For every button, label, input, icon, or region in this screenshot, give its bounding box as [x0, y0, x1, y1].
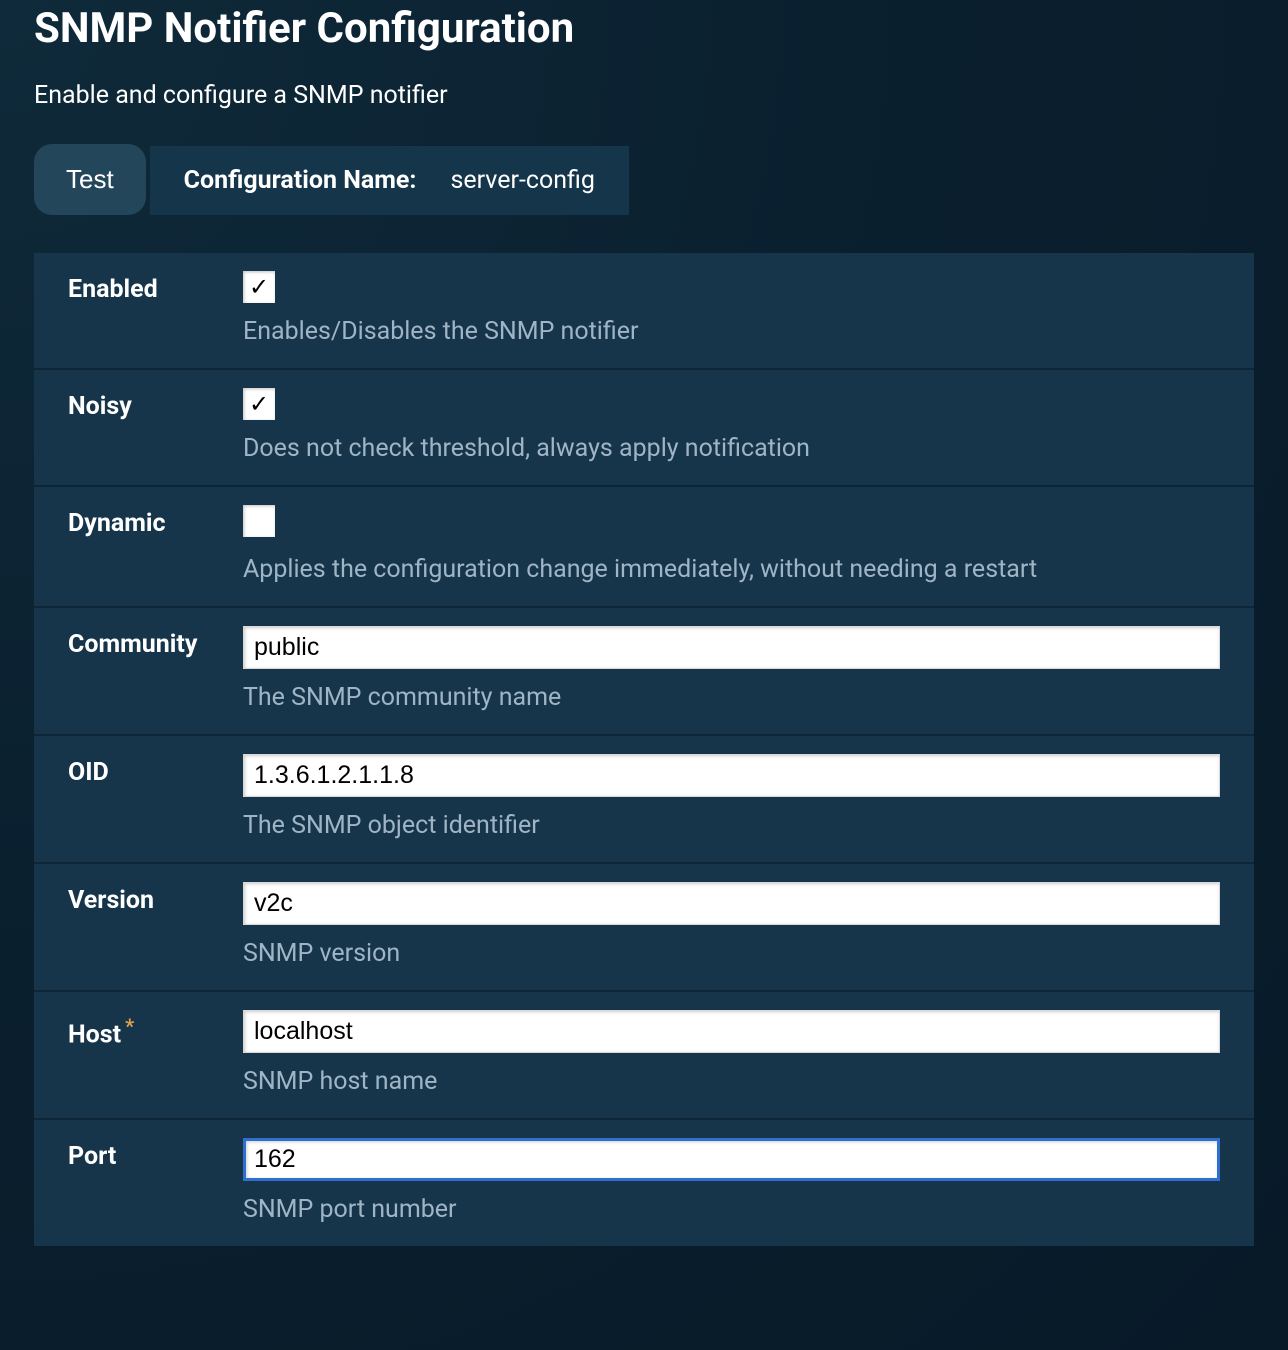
- test-button[interactable]: Test: [34, 144, 146, 215]
- row-oid: OID The SNMP object identifier: [34, 736, 1254, 864]
- input-version[interactable]: [243, 882, 1220, 925]
- help-noisy: Does not check threshold, always apply n…: [243, 434, 1220, 463]
- config-name-label: Configuration Name:: [184, 166, 417, 195]
- label-enabled: Enabled: [68, 271, 243, 346]
- row-port: Port SNMP port number: [34, 1120, 1254, 1246]
- config-name-value: server-config: [450, 166, 594, 195]
- row-community: Community The SNMP community name: [34, 608, 1254, 736]
- label-host: Host*: [68, 1010, 243, 1096]
- help-host: SNMP host name: [243, 1067, 1220, 1096]
- label-version: Version: [68, 882, 243, 968]
- required-asterisk-icon: *: [125, 1014, 134, 1038]
- label-port: Port: [68, 1138, 243, 1224]
- checkbox-noisy[interactable]: ✓: [243, 388, 275, 420]
- input-community[interactable]: [243, 626, 1220, 669]
- help-dynamic: Applies the configuration change immedia…: [243, 555, 1220, 584]
- help-oid: The SNMP object identifier: [243, 811, 1220, 840]
- form-table: Enabled ✓ Enables/Disables the SNMP noti…: [34, 253, 1254, 1246]
- label-dynamic: Dynamic: [68, 505, 243, 584]
- input-oid[interactable]: [243, 754, 1220, 797]
- checkbox-dynamic[interactable]: [243, 505, 275, 537]
- row-noisy: Noisy ✓ Does not check threshold, always…: [34, 370, 1254, 487]
- help-community: The SNMP community name: [243, 683, 1220, 712]
- row-host: Host* SNMP host name: [34, 992, 1254, 1120]
- input-host[interactable]: [243, 1010, 1220, 1053]
- input-port[interactable]: [243, 1138, 1220, 1181]
- label-community: Community: [68, 626, 243, 712]
- page-title: SNMP Notifier Configuration: [34, 0, 1254, 53]
- help-port: SNMP port number: [243, 1195, 1220, 1224]
- checkbox-enabled[interactable]: ✓: [243, 271, 275, 303]
- page-subtitle: Enable and configure a SNMP notifier: [34, 81, 1254, 110]
- row-dynamic: Dynamic Applies the configuration change…: [34, 487, 1254, 608]
- row-version: Version SNMP version: [34, 864, 1254, 992]
- row-enabled: Enabled ✓ Enables/Disables the SNMP noti…: [34, 253, 1254, 370]
- label-oid: OID: [68, 754, 243, 840]
- help-version: SNMP version: [243, 939, 1220, 968]
- config-name-row: Configuration Name: server-config: [150, 146, 629, 215]
- label-noisy: Noisy: [68, 388, 243, 463]
- help-enabled: Enables/Disables the SNMP notifier: [243, 317, 1220, 346]
- label-host-text: Host: [68, 1020, 121, 1049]
